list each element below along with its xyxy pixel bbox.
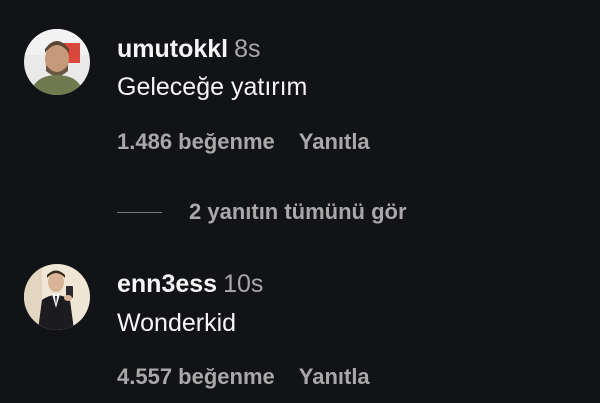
reply-button[interactable]: Yanıtla <box>299 129 370 154</box>
avatar-enn3ess[interactable] <box>24 264 90 330</box>
comment-time: 10s <box>223 270 264 298</box>
comment-header: enn3ess 10s <box>117 269 263 299</box>
comment-text: Geleceğe yatırım <box>117 73 308 101</box>
view-replies-button[interactable]: 2 yanıtın tümünü gör <box>117 197 407 227</box>
comment-actions: 4.557 beğenme Yanıtla <box>117 363 370 391</box>
comment-time: 8s <box>234 35 261 63</box>
username[interactable]: umutokkl <box>117 35 228 63</box>
comment-header: umutokkl 8s <box>117 34 261 64</box>
username[interactable]: enn3ess <box>117 270 217 298</box>
comment-actions: 1.486 beğenme Yanıtla <box>117 128 370 156</box>
replies-divider <box>117 211 162 213</box>
like-count[interactable]: 1.486 beğenme <box>117 129 275 154</box>
avatar-umutokkl[interactable] <box>24 29 90 95</box>
comment-text: Wonderkid <box>117 309 237 337</box>
reply-button[interactable]: Yanıtla <box>299 364 370 389</box>
view-replies-label: 2 yanıtın tümünü gör <box>189 199 407 224</box>
like-count[interactable]: 4.557 beğenme <box>117 364 275 389</box>
